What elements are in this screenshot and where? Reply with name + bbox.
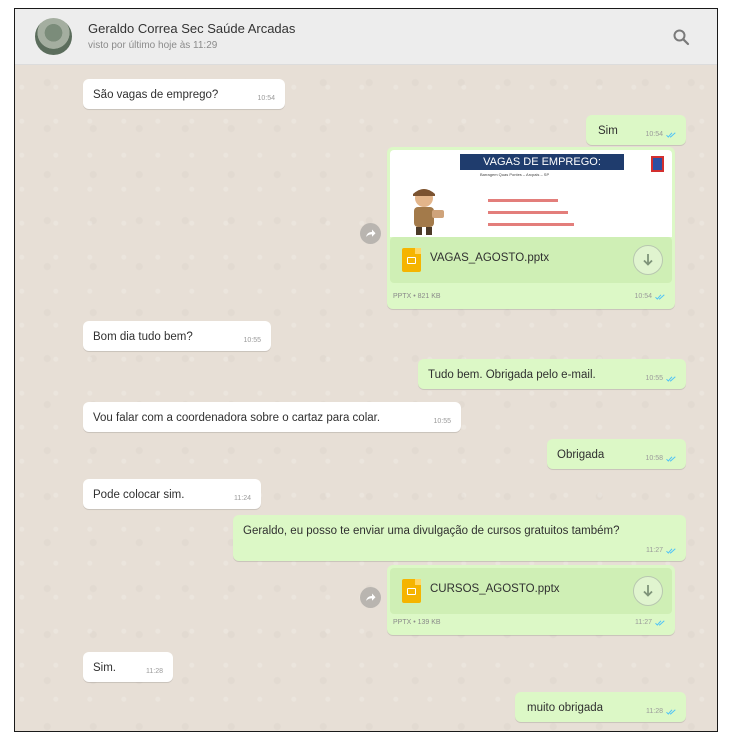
message-time-row: 10:58: [645, 455, 676, 462]
message-incoming[interactable]: Vou falar com a coordenadora sobre o car…: [83, 402, 461, 432]
forward-button[interactable]: [360, 587, 381, 608]
preview-subtitle: Barragem Quas Pontes – Arcpais – SP: [480, 172, 550, 177]
message-incoming[interactable]: Sim. 11:28: [83, 652, 173, 682]
message-time: 10:54: [634, 293, 652, 300]
message-time-row: 10:54: [645, 131, 676, 138]
file-name: CURSOS_AGOSTO.pptx: [430, 583, 560, 595]
message-outgoing[interactable]: Tudo bem. Obrigada pelo e-mail. 10:55: [418, 359, 686, 389]
message-time: 11:27: [635, 619, 652, 626]
double-check-icon: [655, 619, 665, 626]
message-time: 10:55: [645, 375, 663, 382]
preview-title: VAGAS DE EMPREGO:: [460, 154, 624, 170]
double-check-icon: [666, 708, 676, 715]
message-text: São vagas de emprego?: [93, 89, 219, 101]
mascot-illustration: [413, 189, 444, 235]
message-text: Pode colocar sim.: [93, 489, 185, 501]
forward-icon: [366, 593, 376, 601]
file-message-card[interactable]: VAGAS DE EMPREGO: Barragem Quas Pontes –…: [387, 147, 675, 309]
double-check-icon: [655, 293, 665, 300]
preview-text-line: [488, 223, 574, 226]
message-time-row: 10:55: [645, 375, 676, 382]
double-check-icon: [666, 547, 676, 554]
message-text: Sim: [598, 125, 618, 137]
message-incoming[interactable]: São vagas de emprego? 10:54: [83, 79, 285, 109]
last-seen-status: visto por último hoje às 11:29: [88, 39, 218, 51]
pptx-file-icon: [402, 248, 421, 272]
double-check-icon: [666, 131, 676, 138]
file-attachment-row[interactable]: VAGAS_AGOSTO.pptx: [390, 237, 672, 283]
message-time: 10:54: [257, 95, 275, 102]
message-text: Tudo bem. Obrigada pelo e-mail.: [428, 369, 596, 381]
message-outgoing[interactable]: Obrigada 10:58: [547, 439, 686, 469]
message-time: 11:27: [646, 547, 663, 554]
message-text: muito obrigada: [527, 702, 604, 714]
file-meta: PPTX • 821 KB: [393, 293, 441, 300]
message-outgoing[interactable]: muito obrigada 11:28: [515, 692, 686, 722]
file-meta: PPTX • 139 KB: [393, 619, 441, 626]
download-icon: [643, 254, 653, 266]
double-check-icon: [666, 455, 676, 462]
chat-window: Geraldo Correa Sec Saúde Arcadas visto p…: [14, 8, 718, 732]
message-incoming[interactable]: Bom dia tudo bem? 10:55: [83, 321, 271, 351]
search-icon[interactable]: [672, 28, 690, 46]
preview-logo: [651, 156, 664, 172]
message-text: Geraldo, eu posso te enviar uma divulgaç…: [243, 525, 620, 537]
download-icon: [643, 585, 653, 597]
contact-avatar[interactable]: [35, 18, 72, 55]
preview-text-line: [488, 211, 568, 214]
forward-icon: [366, 229, 376, 237]
document-preview[interactable]: VAGAS DE EMPREGO: Barragem Quas Pontes –…: [390, 150, 672, 237]
file-time-row: 10:54: [634, 293, 665, 300]
message-time-row: 11:28: [646, 708, 676, 715]
message-text: Bom dia tudo bem?: [93, 331, 193, 343]
message-time: 11:28: [146, 668, 163, 675]
file-name: VAGAS_AGOSTO.pptx: [430, 252, 550, 264]
file-message-card[interactable]: CURSOS_AGOSTO.pptx PPTX • 139 KB 11:27: [387, 565, 675, 635]
message-incoming[interactable]: Pode colocar sim. 11:24: [83, 479, 261, 509]
message-time: 10:55: [243, 337, 261, 344]
chat-header[interactable]: Geraldo Correa Sec Saúde Arcadas visto p…: [15, 9, 717, 65]
message-text: Obrigada: [557, 449, 605, 461]
message-outgoing[interactable]: Sim 10:54: [586, 115, 686, 145]
download-button[interactable]: [633, 245, 663, 275]
preview-text-line: [488, 199, 558, 202]
message-outgoing[interactable]: Geraldo, eu posso te enviar uma divulgaç…: [233, 515, 686, 561]
message-time: 11:28: [646, 708, 663, 715]
message-time: 10:54: [645, 131, 663, 138]
forward-button[interactable]: [360, 223, 381, 244]
message-text: Sim.: [93, 662, 116, 674]
message-time: 11:24: [234, 495, 251, 502]
message-text: Vou falar com a coordenadora sobre o car…: [93, 412, 381, 424]
file-time-row: 11:27: [635, 619, 665, 626]
contact-name[interactable]: Geraldo Correa Sec Saúde Arcadas: [88, 21, 295, 37]
download-button[interactable]: [633, 576, 663, 606]
pptx-file-icon: [402, 579, 421, 603]
message-time: 10:55: [433, 418, 451, 425]
message-time: 10:58: [645, 455, 663, 462]
message-time-row: 11:27: [646, 547, 676, 554]
file-attachment-row[interactable]: CURSOS_AGOSTO.pptx: [390, 568, 672, 614]
double-check-icon: [666, 375, 676, 382]
